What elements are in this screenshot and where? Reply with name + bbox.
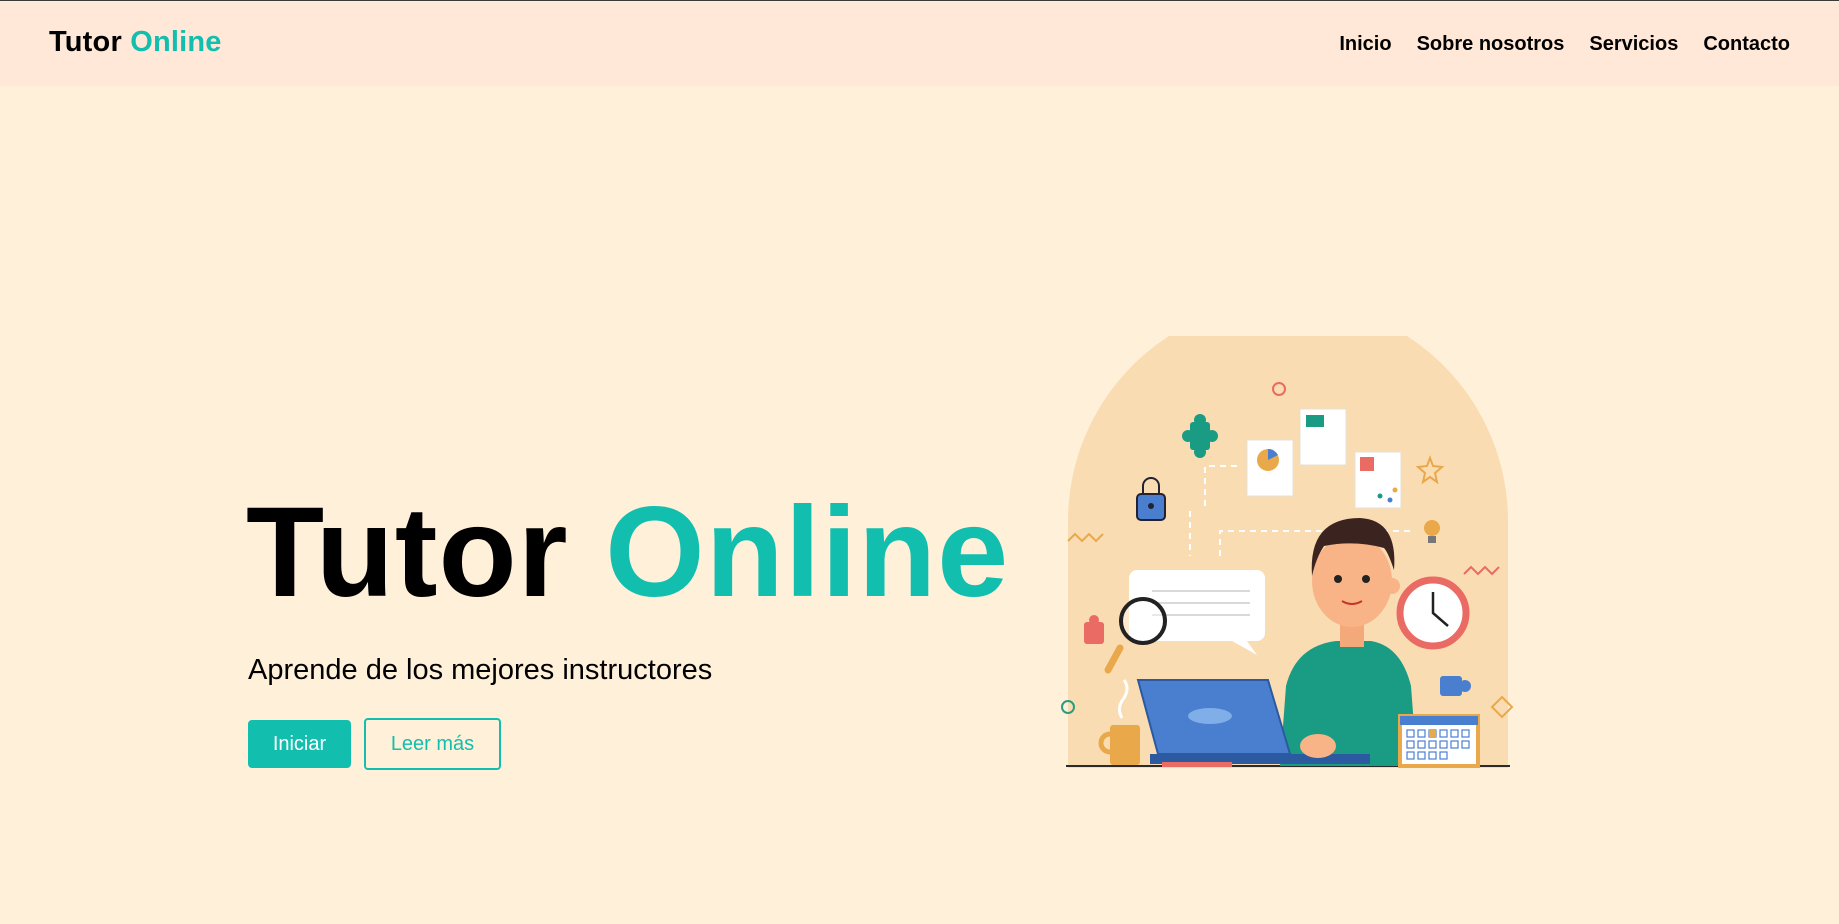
hero-subtitle: Aprende de los mejores instructores	[248, 654, 713, 686]
nav-menu: Inicio Sobre nosotros Servicios Contacto	[1339, 33, 1790, 56]
leer-mas-button[interactable]: Leer más	[364, 718, 501, 770]
iniciar-button[interactable]: Iniciar	[248, 720, 351, 768]
navbar: Tutor Online Inicio Sobre nosotros Servi…	[0, 2, 1839, 86]
nav-link-inicio[interactable]: Inicio	[1339, 33, 1391, 56]
nav-link-contacto[interactable]: Contacto	[1703, 33, 1790, 56]
brand-name-part1: Tutor	[49, 26, 122, 58]
hero-title: Tutor Online	[246, 489, 1009, 617]
student-laptop-illustration-icon	[1061, 301, 1514, 768]
hero-illustration	[1040, 301, 1540, 826]
hero-title-part2: Online	[605, 481, 1010, 624]
brand-logo[interactable]: Tutor Online	[49, 26, 222, 59]
hero-title-part1: Tutor	[246, 481, 569, 624]
brand-name-part2: Online	[130, 26, 222, 58]
nav-link-servicios[interactable]: Servicios	[1589, 33, 1678, 56]
nav-link-sobre-nosotros[interactable]: Sobre nosotros	[1417, 33, 1565, 56]
